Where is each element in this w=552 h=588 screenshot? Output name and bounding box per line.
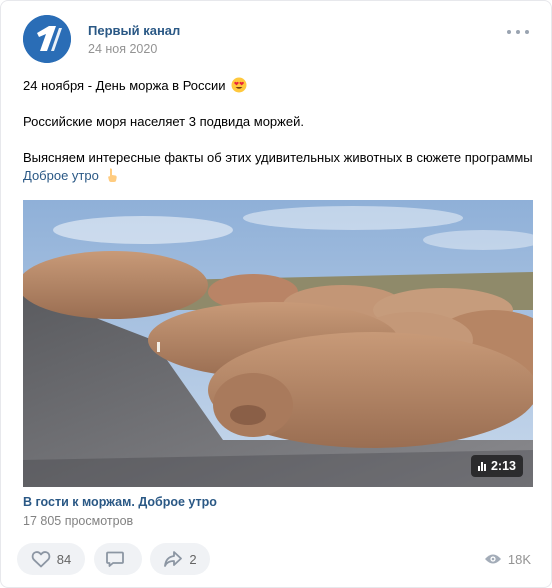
views-count: 18K: [507, 551, 531, 567]
video-view-count: 17 805 просмотров: [23, 514, 134, 528]
program-link[interactable]: Доброе утро: [23, 168, 99, 183]
share-button[interactable]: 2: [150, 543, 210, 575]
comment-icon: [106, 551, 124, 567]
post-action-bar: 84 2 18K: [17, 543, 535, 575]
post-text: 24 ноября - День моржа в России Российск…: [23, 77, 533, 185]
channel-avatar[interactable]: [23, 15, 71, 63]
share-arrow-icon: [164, 551, 183, 567]
walrus-video-frame: [23, 200, 533, 487]
post-date[interactable]: 24 ноя 2020: [88, 42, 157, 56]
video-duration: 2:13: [490, 459, 516, 473]
post-text-line-1: 24 ноября - День моржа в России: [23, 78, 226, 93]
heart-eyes-emoji-icon: [231, 77, 247, 93]
share-count: 2: [189, 551, 197, 567]
post-views: 18K: [484, 543, 531, 575]
post-card: Первый канал 24 ноя 2020 24 ноября - Ден…: [0, 0, 552, 588]
more-options-icon[interactable]: [507, 23, 529, 41]
pointing-hand-emoji-icon: [108, 168, 118, 182]
like-button[interactable]: 84: [17, 543, 85, 575]
eye-icon: [484, 554, 501, 564]
equalizer-icon: [477, 461, 486, 471]
like-count: 84: [56, 551, 72, 567]
author-name[interactable]: Первый канал: [88, 23, 180, 38]
video-duration-badge: 2:13: [470, 455, 523, 477]
video-title[interactable]: В гости к моржам. Доброе утро: [23, 495, 217, 509]
channel-one-logo-icon: [23, 15, 71, 63]
comment-button[interactable]: [94, 543, 142, 575]
post-text-line-2: Российские моря населяет 3 подвида морже…: [23, 114, 304, 129]
post-text-line-3: Выясняем интересные факты об этих удивит…: [23, 150, 533, 165]
video-thumbnail[interactable]: 2:13: [23, 200, 533, 487]
heart-icon: [31, 551, 51, 568]
